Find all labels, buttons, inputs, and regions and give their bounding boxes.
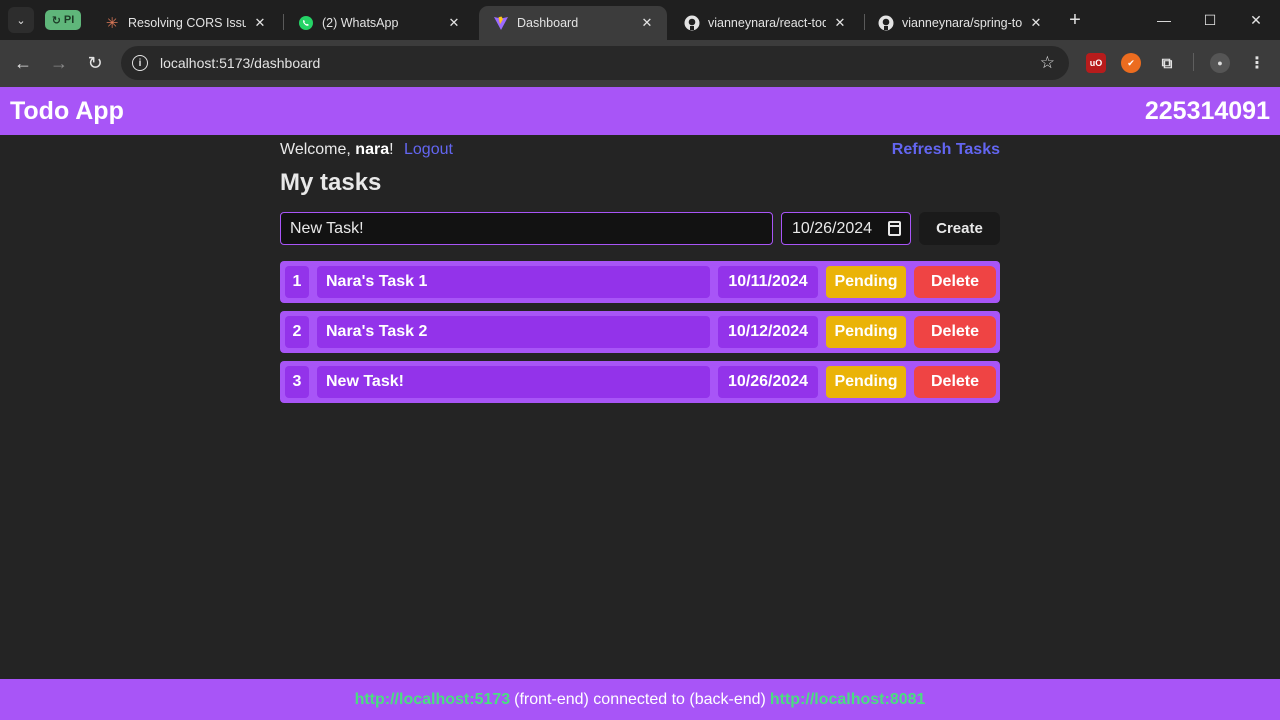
task-title: Nara's Task 2 <box>317 316 710 348</box>
task-row: 1 Nara's Task 1 10/11/2024 Pending Delet… <box>280 261 1000 303</box>
create-task-form: 10/26/2024 Create <box>280 212 1000 245</box>
github-icon <box>684 15 700 31</box>
task-title: New Task! <box>317 366 710 398</box>
task-row: 3 New Task! 10/26/2024 Pending Delete <box>280 361 1000 403</box>
backend-url: http://localhost:8081 <box>769 690 926 708</box>
tab-strip: ⌄ ↻ PI ✳ Resolving CORS Issues ✕ (2) Wha… <box>0 0 1280 40</box>
task-list: 1 Nara's Task 1 10/11/2024 Pending Delet… <box>280 261 1000 411</box>
whatsapp-icon <box>298 15 314 31</box>
avatar[interactable]: ● <box>1210 53 1230 73</box>
due-date-value: 10/26/2024 <box>792 219 873 237</box>
task-row: 2 Nara's Task 2 10/12/2024 Pending Delet… <box>280 311 1000 353</box>
due-date-input[interactable]: 10/26/2024 <box>781 212 911 245</box>
frontend-url: http://localhost:5173 <box>354 690 511 708</box>
task-number: 1 <box>285 266 309 298</box>
refresh-tasks-link[interactable]: Refresh Tasks <box>892 141 1000 159</box>
create-button[interactable]: Create <box>919 212 1000 245</box>
github-icon <box>878 15 894 31</box>
extension-orange-icon[interactable]: ✔ <box>1121 53 1141 73</box>
close-icon[interactable]: ✕ <box>832 15 848 31</box>
calendar-icon[interactable] <box>888 221 901 236</box>
page-title: My tasks <box>280 169 382 196</box>
new-tab-button[interactable]: + <box>1064 9 1086 31</box>
close-icon[interactable]: ✕ <box>1028 15 1044 31</box>
vite-icon <box>493 15 509 31</box>
task-date: 10/26/2024 <box>718 366 818 398</box>
browser-toolbar: ← → ↻ i localhost:5173/dashboard ☆ uO ✔ … <box>0 40 1280 87</box>
close-icon[interactable]: ✕ <box>446 15 462 31</box>
welcome-suffix: ! <box>389 141 394 158</box>
delete-button[interactable]: Delete <box>914 366 996 398</box>
tab-dashboard[interactable]: Dashboard ✕ <box>479 6 667 40</box>
tab-whatsapp[interactable]: (2) WhatsApp ✕ <box>284 6 474 40</box>
tab-react-todo[interactable]: vianneynara/react-todo ✕ <box>670 6 860 40</box>
tab-cors[interactable]: ✳ Resolving CORS Issues ✕ <box>90 6 280 40</box>
ublock-icon[interactable]: uO <box>1086 53 1106 73</box>
address-bar[interactable]: i localhost:5173/dashboard ☆ <box>121 46 1069 80</box>
app-title: Todo App <box>10 96 124 125</box>
refresh-circle-icon: ↻ <box>51 14 61 27</box>
task-title: Nara's Task 1 <box>317 266 710 298</box>
pinned-tab[interactable]: ↻ PI <box>45 10 81 30</box>
status-button[interactable]: Pending <box>826 316 906 348</box>
back-icon[interactable]: ← <box>9 49 37 77</box>
task-date: 10/12/2024 <box>718 316 818 348</box>
url-text[interactable]: localhost:5173/dashboard <box>160 55 320 71</box>
minimize-button[interactable]: — <box>1141 0 1187 40</box>
maximize-button[interactable]: ☐ <box>1187 0 1233 40</box>
tab-spring-todo[interactable]: vianneynara/spring-todo ✕ <box>864 6 1056 40</box>
user-id: 225314091 <box>1144 96 1270 125</box>
delete-button[interactable]: Delete <box>914 316 996 348</box>
footer-text: (front-end) connected to (back-end) <box>514 690 766 708</box>
forward-icon[interactable]: → <box>45 49 73 77</box>
task-date: 10/11/2024 <box>718 266 818 298</box>
main-content: Welcome, nara! Logout Refresh Tasks My t… <box>280 141 1000 403</box>
status-button[interactable]: Pending <box>826 266 906 298</box>
welcome-prefix: Welcome, <box>280 141 351 158</box>
close-icon[interactable]: ✕ <box>252 15 268 31</box>
close-window-button[interactable]: ✕ <box>1233 0 1279 40</box>
claude-icon: ✳ <box>105 15 119 32</box>
delete-button[interactable]: Delete <box>914 266 996 298</box>
tab-search-icon[interactable]: ⌄ <box>8 7 34 33</box>
page-viewport: Todo App 225314091 Welcome, nara! Logout… <box>0 87 1280 720</box>
username: nara <box>355 141 390 158</box>
close-icon[interactable]: ✕ <box>639 15 655 31</box>
status-button[interactable]: Pending <box>826 366 906 398</box>
reload-icon[interactable]: ↻ <box>81 49 109 77</box>
footer: http://localhost:5173 (front-end) connec… <box>0 679 1280 720</box>
task-number: 2 <box>285 316 309 348</box>
logout-link[interactable]: Logout <box>404 141 453 158</box>
new-task-input[interactable] <box>280 212 773 245</box>
info-icon[interactable]: i <box>132 55 148 71</box>
task-number: 3 <box>285 366 309 398</box>
star-icon[interactable]: ☆ <box>1040 53 1055 73</box>
welcome-row: Welcome, nara! Logout Refresh Tasks <box>280 141 1000 163</box>
app-header: Todo App 225314091 <box>0 87 1280 135</box>
menu-icon[interactable]: ⋮ <box>1247 53 1267 73</box>
extensions-icon[interactable]: ⧉ <box>1157 53 1177 73</box>
